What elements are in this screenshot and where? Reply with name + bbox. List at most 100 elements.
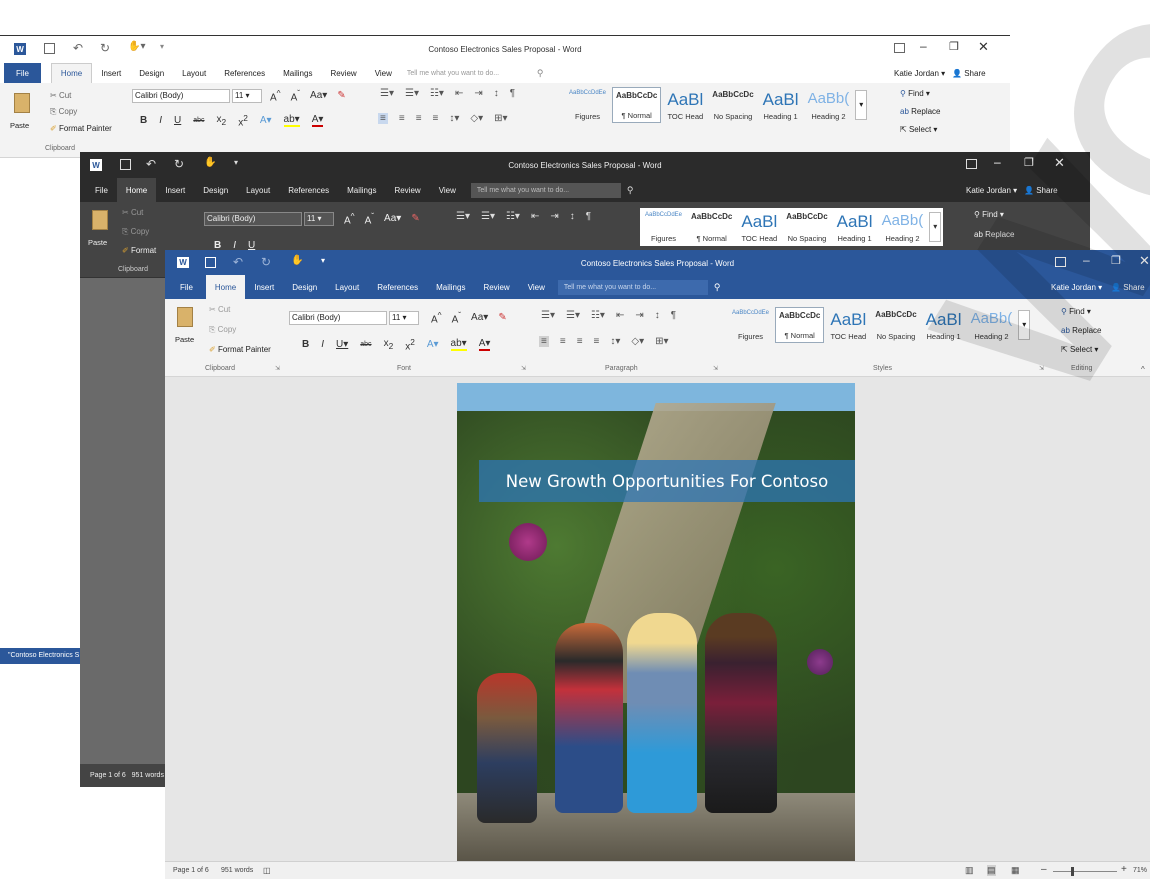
font-size-combo[interactable]: 11 ▾ <box>232 89 262 103</box>
style-normal[interactable]: AaBbCcDc ¶ Normal <box>612 87 662 123</box>
bold-icon[interactable]: B <box>302 339 309 350</box>
font-color-icon[interactable]: A▾ <box>311 114 324 128</box>
zoom-in-icon[interactable]: + <box>1121 864 1127 875</box>
justify-icon[interactable]: ≡ <box>433 113 439 124</box>
share-button[interactable]: 👤 Share <box>1111 283 1145 292</box>
font-name-combo[interactable]: Calibri (Body) <box>132 89 230 103</box>
clipboard-launcher-icon[interactable]: ⇲ <box>275 365 280 372</box>
underline-icon[interactable]: U▾ <box>336 339 348 350</box>
line-spacing-icon[interactable]: ↕▾ <box>449 113 459 124</box>
show-marks-icon[interactable]: ¶ <box>671 310 676 321</box>
align-right-icon[interactable]: ≡ <box>577 336 583 347</box>
style-toc-head[interactable]: AaBl TOC Head <box>664 87 706 123</box>
tab-layout[interactable]: Layout <box>237 178 279 202</box>
tab-review[interactable]: Review <box>385 178 429 202</box>
font-name-combo[interactable]: Calibri (Body) <box>204 212 302 226</box>
sort-icon[interactable]: ↕ <box>655 310 660 321</box>
shrink-font-icon[interactable]: Aˇ <box>452 310 461 325</box>
tab-references[interactable]: References <box>368 275 427 299</box>
copy-button[interactable]: ⎘ Copy <box>50 107 77 117</box>
web-layout-icon[interactable]: ▦ <box>1011 865 1020 876</box>
show-marks-icon[interactable]: ¶ <box>586 211 591 222</box>
font-name-combo[interactable]: Calibri (Body) <box>289 311 387 325</box>
style-toc-head[interactable]: AaBl TOC Head <box>738 209 780 245</box>
justify-icon[interactable]: ≡ <box>594 336 600 347</box>
tab-design[interactable]: Design <box>283 275 326 299</box>
show-marks-icon[interactable]: ¶ <box>510 88 515 99</box>
change-case-icon[interactable]: Aa▾ <box>310 90 327 101</box>
tab-mailings[interactable]: Mailings <box>427 275 474 299</box>
style-figures[interactable]: AaBbCcDdEe Figures <box>566 87 609 123</box>
paste-icon[interactable] <box>177 307 193 327</box>
tab-home[interactable]: Home <box>116 178 157 202</box>
sort-icon[interactable]: ↕ <box>494 88 499 99</box>
bullets-icon[interactable]: ☰▾ <box>456 211 470 222</box>
share-button[interactable]: 👤 Share <box>952 69 986 78</box>
style-no-spacing[interactable]: AaBbCcDc No Spacing <box>783 209 830 245</box>
shrink-font-icon[interactable]: Aˇ <box>291 88 300 103</box>
line-spacing-icon[interactable]: ↕▾ <box>610 336 620 347</box>
strikethrough-icon[interactable]: abc <box>360 341 371 348</box>
style-no-spacing[interactable]: AaBbCcDc No Spacing <box>709 87 756 123</box>
decrease-indent-icon[interactable]: ⇤ <box>616 310 624 321</box>
styles-more-icon[interactable]: ▾ <box>929 212 942 242</box>
cover-title[interactable]: New Growth Opportunities For Contoso <box>506 472 828 491</box>
tab-home[interactable]: Home <box>205 275 246 299</box>
status-page[interactable]: Page 1 of 6 <box>90 772 126 779</box>
strikethrough-icon[interactable]: abc <box>193 117 204 124</box>
bullets-icon[interactable]: ☰▾ <box>541 310 555 321</box>
status-page[interactable]: Page 1 of 6 <box>173 867 209 874</box>
find-button[interactable]: ⚲ Find ▾ <box>900 89 930 98</box>
tab-view[interactable]: View <box>519 275 554 299</box>
subscript-icon[interactable]: x2 <box>384 338 394 351</box>
align-center-icon[interactable]: ≡ <box>560 336 566 347</box>
multilevel-list-icon[interactable]: ☷▾ <box>430 88 444 99</box>
change-case-icon[interactable]: Aa▾ <box>471 312 488 323</box>
ribbon-display-icon[interactable] <box>1055 257 1066 267</box>
shading-icon[interactable]: ◇▾ <box>470 113 483 124</box>
style-heading-1[interactable]: AaBl Heading 1 <box>834 209 876 245</box>
format-painter-button[interactable]: ✐ Format <box>122 246 156 255</box>
decrease-indent-icon[interactable]: ⇤ <box>455 88 463 99</box>
user-name[interactable]: Katie Jordan ▾ <box>966 186 1017 195</box>
italic-icon[interactable]: I <box>321 339 324 350</box>
style-figures[interactable]: AaBbCcDdEe Figures <box>642 209 685 245</box>
tab-design[interactable]: Design <box>194 178 237 202</box>
cut-button[interactable]: ✂ Cut <box>50 91 71 100</box>
clear-formatting-icon[interactable]: ✎ <box>337 90 345 101</box>
ribbon-display-icon[interactable] <box>966 159 977 169</box>
shading-icon[interactable]: ◇▾ <box>631 336 644 347</box>
tab-layout[interactable]: Layout <box>326 275 368 299</box>
text-effects-icon[interactable]: A▾ <box>260 115 272 126</box>
paste-label[interactable]: Paste <box>10 121 29 130</box>
share-button[interactable]: 👤 Share <box>1024 186 1058 195</box>
tab-references[interactable]: References <box>279 178 338 202</box>
shrink-font-icon[interactable]: Aˇ <box>365 211 374 226</box>
minimize-icon[interactable]: – <box>994 155 1001 169</box>
paste-label[interactable]: Paste <box>175 335 194 344</box>
tab-home[interactable]: Home <box>50 63 93 83</box>
grow-font-icon[interactable]: A^ <box>270 88 281 103</box>
find-button[interactable]: ⚲ Find ▾ <box>1061 307 1091 316</box>
bold-icon[interactable]: B <box>140 115 147 126</box>
subscript-icon[interactable]: x2 <box>217 114 227 127</box>
style-no-spacing[interactable]: AaBbCcDc No Spacing <box>872 307 919 343</box>
zoom-slider-thumb[interactable] <box>1071 867 1074 876</box>
tab-file[interactable]: File <box>171 275 202 299</box>
find-button[interactable]: ⚲ Find ▾ <box>974 210 1004 219</box>
highlight-icon[interactable]: ab▾ <box>283 114 300 128</box>
numbering-icon[interactable]: ☰▾ <box>566 310 580 321</box>
align-left-icon[interactable]: ≡ <box>378 113 388 124</box>
format-painter-button[interactable]: ✐ Format Painter <box>209 345 271 354</box>
zoom-out-icon[interactable]: – <box>1041 864 1047 875</box>
tab-insert[interactable]: Insert <box>92 63 130 83</box>
styles-more-icon[interactable]: ▾ <box>855 90 868 120</box>
tab-layout[interactable]: Layout <box>173 63 215 83</box>
tab-mailings[interactable]: Mailings <box>274 63 321 83</box>
borders-icon[interactable]: ⊞▾ <box>655 336 668 347</box>
minimize-icon[interactable]: – <box>1083 253 1090 267</box>
style-normal[interactable]: AaBbCcDc ¶ Normal <box>775 307 825 343</box>
tab-design[interactable]: Design <box>130 63 173 83</box>
highlight-icon[interactable]: ab▾ <box>450 338 467 352</box>
font-color-icon[interactable]: A▾ <box>478 338 491 352</box>
